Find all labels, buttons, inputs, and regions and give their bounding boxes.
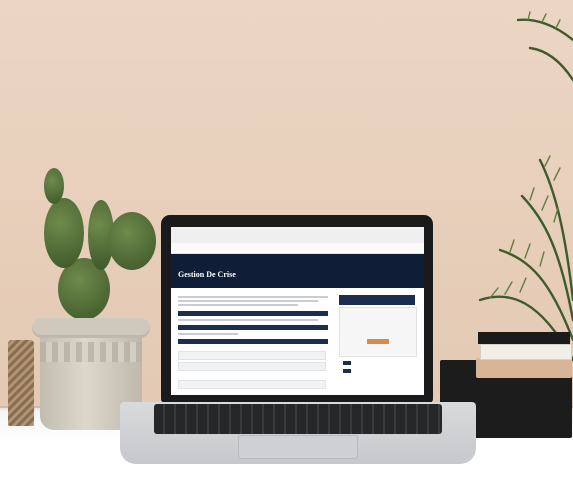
book-stack	[476, 330, 572, 382]
stat-figure	[343, 369, 351, 373]
site-navigation-bar	[171, 243, 424, 254]
list-item[interactable]	[178, 362, 326, 371]
sidebar-card	[339, 307, 417, 357]
laptop-trackpad	[238, 435, 358, 459]
intro-text-line	[178, 300, 318, 302]
cactus-plant	[40, 168, 160, 328]
photo-scene: Gestion De Crise	[0, 0, 573, 495]
page-hero: Gestion De Crise	[171, 254, 424, 288]
laptop-keyboard	[154, 404, 442, 434]
list-item[interactable]	[178, 380, 326, 389]
section-text-line	[178, 319, 318, 321]
page-content	[171, 289, 424, 395]
intro-text-line	[178, 296, 328, 298]
page-title: Gestion De Crise	[178, 270, 236, 279]
section-text-line	[178, 333, 238, 335]
sidebar-cta-button[interactable]	[367, 339, 389, 344]
section-header-bar	[178, 325, 328, 330]
palm-plant-leaves	[478, 11, 573, 362]
stat-figure	[343, 361, 351, 365]
laptop-screen: Gestion De Crise	[171, 227, 424, 395]
wicker-basket	[8, 340, 34, 426]
section-header-bar	[178, 339, 328, 344]
sidebar-header-bar	[339, 295, 415, 305]
section-header-bar	[178, 311, 328, 316]
browser-toolbar	[171, 227, 424, 244]
intro-text-line	[178, 304, 298, 306]
list-item[interactable]	[178, 351, 326, 360]
